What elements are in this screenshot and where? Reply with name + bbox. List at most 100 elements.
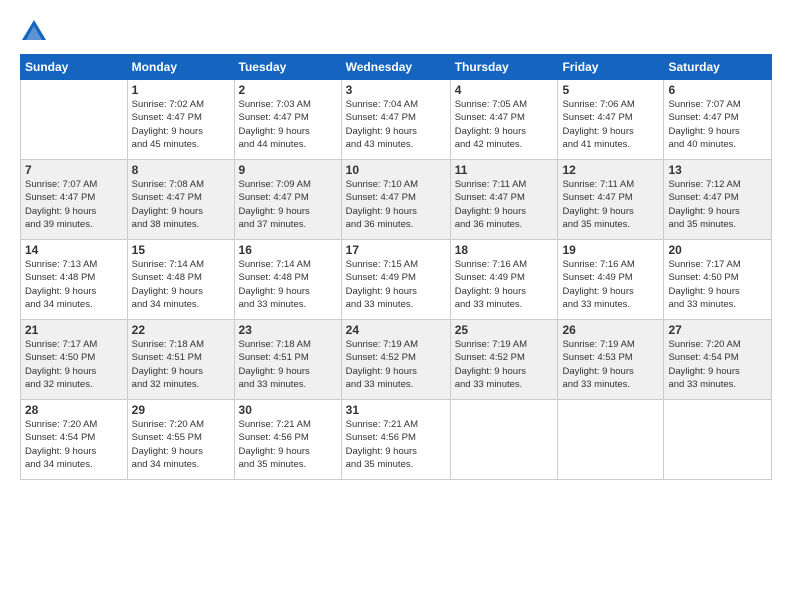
- table-row: 25Sunrise: 7:19 AMSunset: 4:52 PMDayligh…: [450, 320, 558, 400]
- table-row: [21, 80, 128, 160]
- day-info: Sunrise: 7:18 AMSunset: 4:51 PMDaylight:…: [239, 338, 337, 391]
- day-number: 10: [346, 163, 446, 177]
- table-row: 27Sunrise: 7:20 AMSunset: 4:54 PMDayligh…: [664, 320, 772, 400]
- table-row: [664, 400, 772, 480]
- table-row: 16Sunrise: 7:14 AMSunset: 4:48 PMDayligh…: [234, 240, 341, 320]
- table-row: 22Sunrise: 7:18 AMSunset: 4:51 PMDayligh…: [127, 320, 234, 400]
- day-number: 28: [25, 403, 123, 417]
- day-number: 26: [562, 323, 659, 337]
- day-number: 24: [346, 323, 446, 337]
- table-row: 31Sunrise: 7:21 AMSunset: 4:56 PMDayligh…: [341, 400, 450, 480]
- col-header-saturday: Saturday: [664, 55, 772, 80]
- day-info: Sunrise: 7:20 AMSunset: 4:54 PMDaylight:…: [25, 418, 123, 471]
- table-row: 15Sunrise: 7:14 AMSunset: 4:48 PMDayligh…: [127, 240, 234, 320]
- day-number: 6: [668, 83, 767, 97]
- table-row: 20Sunrise: 7:17 AMSunset: 4:50 PMDayligh…: [664, 240, 772, 320]
- day-number: 22: [132, 323, 230, 337]
- day-number: 27: [668, 323, 767, 337]
- day-number: 15: [132, 243, 230, 257]
- table-row: 8Sunrise: 7:08 AMSunset: 4:47 PMDaylight…: [127, 160, 234, 240]
- table-row: 26Sunrise: 7:19 AMSunset: 4:53 PMDayligh…: [558, 320, 664, 400]
- day-number: 4: [455, 83, 554, 97]
- table-row: 5Sunrise: 7:06 AMSunset: 4:47 PMDaylight…: [558, 80, 664, 160]
- day-info: Sunrise: 7:16 AMSunset: 4:49 PMDaylight:…: [455, 258, 554, 311]
- day-info: Sunrise: 7:05 AMSunset: 4:47 PMDaylight:…: [455, 98, 554, 151]
- day-info: Sunrise: 7:19 AMSunset: 4:52 PMDaylight:…: [455, 338, 554, 391]
- table-row: 19Sunrise: 7:16 AMSunset: 4:49 PMDayligh…: [558, 240, 664, 320]
- col-header-wednesday: Wednesday: [341, 55, 450, 80]
- day-number: 20: [668, 243, 767, 257]
- day-info: Sunrise: 7:09 AMSunset: 4:47 PMDaylight:…: [239, 178, 337, 231]
- page: SundayMondayTuesdayWednesdayThursdayFrid…: [0, 0, 792, 612]
- day-info: Sunrise: 7:20 AMSunset: 4:54 PMDaylight:…: [668, 338, 767, 391]
- day-info: Sunrise: 7:11 AMSunset: 4:47 PMDaylight:…: [562, 178, 659, 231]
- col-header-sunday: Sunday: [21, 55, 128, 80]
- col-header-monday: Monday: [127, 55, 234, 80]
- day-number: 17: [346, 243, 446, 257]
- calendar-week-row: 7Sunrise: 7:07 AMSunset: 4:47 PMDaylight…: [21, 160, 772, 240]
- day-number: 25: [455, 323, 554, 337]
- table-row: 24Sunrise: 7:19 AMSunset: 4:52 PMDayligh…: [341, 320, 450, 400]
- day-info: Sunrise: 7:13 AMSunset: 4:48 PMDaylight:…: [25, 258, 123, 311]
- logo: [20, 18, 51, 46]
- table-row: 6Sunrise: 7:07 AMSunset: 4:47 PMDaylight…: [664, 80, 772, 160]
- day-number: 1: [132, 83, 230, 97]
- day-number: 31: [346, 403, 446, 417]
- table-row: 30Sunrise: 7:21 AMSunset: 4:56 PMDayligh…: [234, 400, 341, 480]
- table-row: 23Sunrise: 7:18 AMSunset: 4:51 PMDayligh…: [234, 320, 341, 400]
- day-info: Sunrise: 7:16 AMSunset: 4:49 PMDaylight:…: [562, 258, 659, 311]
- day-number: 11: [455, 163, 554, 177]
- day-number: 9: [239, 163, 337, 177]
- day-number: 12: [562, 163, 659, 177]
- table-row: 4Sunrise: 7:05 AMSunset: 4:47 PMDaylight…: [450, 80, 558, 160]
- day-info: Sunrise: 7:12 AMSunset: 4:47 PMDaylight:…: [668, 178, 767, 231]
- calendar-table: SundayMondayTuesdayWednesdayThursdayFrid…: [20, 54, 772, 480]
- day-info: Sunrise: 7:19 AMSunset: 4:53 PMDaylight:…: [562, 338, 659, 391]
- day-info: Sunrise: 7:17 AMSunset: 4:50 PMDaylight:…: [25, 338, 123, 391]
- day-number: 30: [239, 403, 337, 417]
- table-row: 12Sunrise: 7:11 AMSunset: 4:47 PMDayligh…: [558, 160, 664, 240]
- day-info: Sunrise: 7:11 AMSunset: 4:47 PMDaylight:…: [455, 178, 554, 231]
- day-number: 8: [132, 163, 230, 177]
- calendar-week-row: 21Sunrise: 7:17 AMSunset: 4:50 PMDayligh…: [21, 320, 772, 400]
- table-row: [558, 400, 664, 480]
- calendar-header-row: SundayMondayTuesdayWednesdayThursdayFrid…: [21, 55, 772, 80]
- header: [20, 18, 772, 46]
- table-row: 10Sunrise: 7:10 AMSunset: 4:47 PMDayligh…: [341, 160, 450, 240]
- day-info: Sunrise: 7:19 AMSunset: 4:52 PMDaylight:…: [346, 338, 446, 391]
- day-number: 3: [346, 83, 446, 97]
- table-row: 13Sunrise: 7:12 AMSunset: 4:47 PMDayligh…: [664, 160, 772, 240]
- table-row: 18Sunrise: 7:16 AMSunset: 4:49 PMDayligh…: [450, 240, 558, 320]
- col-header-friday: Friday: [558, 55, 664, 80]
- day-info: Sunrise: 7:03 AMSunset: 4:47 PMDaylight:…: [239, 98, 337, 151]
- day-number: 16: [239, 243, 337, 257]
- day-info: Sunrise: 7:15 AMSunset: 4:49 PMDaylight:…: [346, 258, 446, 311]
- calendar-week-row: 14Sunrise: 7:13 AMSunset: 4:48 PMDayligh…: [21, 240, 772, 320]
- day-info: Sunrise: 7:07 AMSunset: 4:47 PMDaylight:…: [25, 178, 123, 231]
- day-info: Sunrise: 7:21 AMSunset: 4:56 PMDaylight:…: [346, 418, 446, 471]
- table-row: 14Sunrise: 7:13 AMSunset: 4:48 PMDayligh…: [21, 240, 128, 320]
- table-row: 21Sunrise: 7:17 AMSunset: 4:50 PMDayligh…: [21, 320, 128, 400]
- day-number: 5: [562, 83, 659, 97]
- day-number: 18: [455, 243, 554, 257]
- calendar-week-row: 1Sunrise: 7:02 AMSunset: 4:47 PMDaylight…: [21, 80, 772, 160]
- table-row: 11Sunrise: 7:11 AMSunset: 4:47 PMDayligh…: [450, 160, 558, 240]
- col-header-thursday: Thursday: [450, 55, 558, 80]
- day-number: 14: [25, 243, 123, 257]
- day-info: Sunrise: 7:02 AMSunset: 4:47 PMDaylight:…: [132, 98, 230, 151]
- table-row: 9Sunrise: 7:09 AMSunset: 4:47 PMDaylight…: [234, 160, 341, 240]
- table-row: [450, 400, 558, 480]
- day-info: Sunrise: 7:07 AMSunset: 4:47 PMDaylight:…: [668, 98, 767, 151]
- day-number: 23: [239, 323, 337, 337]
- day-info: Sunrise: 7:14 AMSunset: 4:48 PMDaylight:…: [132, 258, 230, 311]
- day-info: Sunrise: 7:10 AMSunset: 4:47 PMDaylight:…: [346, 178, 446, 231]
- table-row: 1Sunrise: 7:02 AMSunset: 4:47 PMDaylight…: [127, 80, 234, 160]
- table-row: 28Sunrise: 7:20 AMSunset: 4:54 PMDayligh…: [21, 400, 128, 480]
- table-row: 29Sunrise: 7:20 AMSunset: 4:55 PMDayligh…: [127, 400, 234, 480]
- day-info: Sunrise: 7:20 AMSunset: 4:55 PMDaylight:…: [132, 418, 230, 471]
- day-info: Sunrise: 7:17 AMSunset: 4:50 PMDaylight:…: [668, 258, 767, 311]
- col-header-tuesday: Tuesday: [234, 55, 341, 80]
- day-info: Sunrise: 7:18 AMSunset: 4:51 PMDaylight:…: [132, 338, 230, 391]
- day-number: 2: [239, 83, 337, 97]
- day-info: Sunrise: 7:14 AMSunset: 4:48 PMDaylight:…: [239, 258, 337, 311]
